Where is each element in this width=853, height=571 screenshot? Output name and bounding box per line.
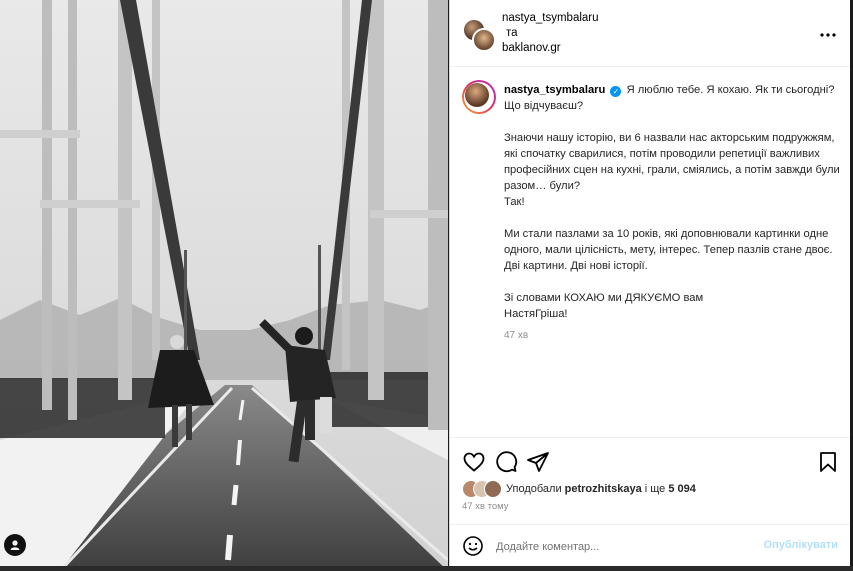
collab-usernames: nastya_tsymbalaru та baklanov.gr	[502, 11, 599, 56]
more-horizontal-icon	[820, 33, 836, 37]
caption-text: nastya_tsymbalaru ✓ Я люблю тебе. Я коха…	[504, 82, 842, 344]
avatar	[472, 28, 496, 52]
connector-text: та	[506, 27, 518, 39]
bookmark-icon	[820, 452, 836, 472]
caption-paragraph: Зі словами КОХАЮ ми ДЯКУЄМО вам	[504, 292, 704, 304]
page-background-strip	[0, 566, 853, 571]
user-tag-icon[interactable]	[4, 534, 26, 556]
caption-paragraph: Знаючи нашу історію, ви 6 назвали нас ак…	[504, 132, 840, 192]
author-username-link[interactable]: nastya_tsymbalaru	[502, 11, 599, 26]
save-button[interactable]	[816, 450, 840, 474]
post-details-panel: nastya_tsymbalaru та baklanov.gr nastya_…	[449, 0, 850, 566]
liker-username-link[interactable]: petrozhitskaya	[565, 483, 642, 495]
post-timestamp[interactable]: 47 хв тому	[462, 501, 509, 512]
likes-summary[interactable]: Уподобали petrozhitskaya і ще 5 094	[462, 480, 696, 498]
verified-badge-icon: ✓	[610, 86, 622, 97]
post-actions-bar	[450, 437, 850, 484]
comment-input[interactable]	[494, 536, 758, 558]
emoji-button[interactable]	[462, 535, 484, 557]
avatar	[484, 480, 502, 498]
heart-icon	[463, 452, 485, 472]
caption-username-link[interactable]: nastya_tsymbalaru	[504, 84, 605, 96]
like-button[interactable]	[462, 450, 486, 474]
caption-paragraph: НастяГріша!	[504, 308, 568, 320]
collaborator-username-link[interactable]: baklanov.gr	[502, 41, 599, 56]
bridge-photo-image	[0, 0, 448, 571]
share-button[interactable]	[526, 450, 550, 474]
caption-paragraph: Так!	[504, 196, 525, 208]
likes-middle: і ще	[644, 483, 666, 495]
post-photo[interactable]	[0, 0, 448, 571]
caption-timestamp[interactable]: 47 хв	[504, 328, 842, 344]
share-icon	[527, 452, 549, 472]
comment-icon	[496, 451, 518, 473]
likes-prefix: Уподобали	[506, 483, 562, 495]
likes-count[interactable]: 5 094	[668, 483, 696, 495]
publish-button[interactable]: Опублікувати	[764, 539, 838, 551]
more-options-button[interactable]	[820, 22, 836, 40]
comment-bar: Опублікувати	[450, 524, 850, 567]
avatar[interactable]	[462, 80, 496, 114]
post-header: nastya_tsymbalaru та baklanov.gr	[450, 0, 850, 67]
comment-button[interactable]	[494, 450, 518, 474]
emoji-icon	[463, 536, 483, 556]
caption-paragraph: Ми стали пазлами за 10 років, які доповн…	[504, 228, 833, 272]
liker-avatars	[462, 480, 502, 498]
collab-avatars[interactable]	[462, 18, 496, 52]
